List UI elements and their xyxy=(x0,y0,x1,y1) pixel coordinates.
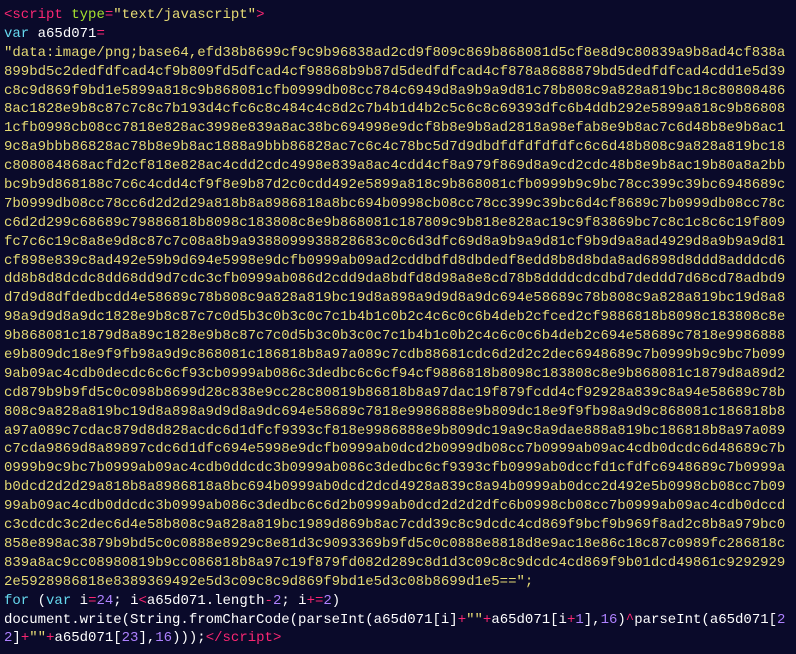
paren-close: ) xyxy=(332,593,340,609)
keyword-for: for xyxy=(4,593,29,609)
keyword-var: var xyxy=(46,593,71,609)
empty-string: "" xyxy=(29,630,46,646)
space xyxy=(71,593,79,609)
var-i: i xyxy=(130,593,138,609)
bracket-open: [ xyxy=(550,612,558,628)
bracket-open: [ xyxy=(113,630,121,646)
bracket-open: [ xyxy=(769,612,777,628)
var-name: a65d071 xyxy=(374,612,433,628)
var-name: a65d071 xyxy=(147,593,206,609)
var-i: i xyxy=(298,593,306,609)
var-i: i xyxy=(559,612,567,628)
space xyxy=(29,26,37,42)
space xyxy=(29,593,37,609)
var-name: a65d071 xyxy=(710,612,769,628)
dot: . xyxy=(206,593,214,609)
op-plus: + xyxy=(458,612,466,628)
attr-name: type xyxy=(71,7,105,23)
num-16: 16 xyxy=(601,612,618,628)
paren-open: ( xyxy=(38,593,46,609)
var-name: a65d071 xyxy=(491,612,550,628)
num-1: 1 xyxy=(575,612,583,628)
var-i: i xyxy=(80,593,88,609)
num-16: 16 xyxy=(155,630,172,646)
keyword-var: var xyxy=(4,26,29,42)
op-pluseq: += xyxy=(307,593,324,609)
paren-close: ) xyxy=(617,612,625,628)
op-plus: + xyxy=(21,630,29,646)
tag-open-name: script xyxy=(12,7,62,23)
assign: = xyxy=(96,26,104,42)
call-parseint: parseInt( xyxy=(634,612,710,628)
op-minus: - xyxy=(265,593,273,609)
num-2: 2 xyxy=(323,593,331,609)
num-23: 23 xyxy=(122,630,139,646)
num-24: 24 xyxy=(96,593,113,609)
tag-close-lt: </ xyxy=(206,630,223,646)
call-tail: ))); xyxy=(172,630,206,646)
space xyxy=(63,7,71,23)
var-name: a65d071 xyxy=(38,26,97,42)
call-prefix: document.write(String.fromCharCode(parse… xyxy=(4,612,374,628)
code-editor: <script type="text/javascript"> var a65d… xyxy=(0,0,796,654)
big-string: "data:image/png;base64,efd38b8699cf9c9b9… xyxy=(4,45,785,590)
op-lt: < xyxy=(139,593,147,609)
var-name: a65d071 xyxy=(54,630,113,646)
bracket-close: ], xyxy=(584,612,601,628)
bracket-close: ] xyxy=(449,612,457,628)
tag-open-gt: > xyxy=(256,7,264,23)
bracket-close: ], xyxy=(138,630,155,646)
bracket-close: ] xyxy=(12,630,20,646)
attr-value: "text/javascript" xyxy=(113,7,256,23)
tag-close-name: script xyxy=(223,630,273,646)
semi: ; xyxy=(113,593,130,609)
bracket-open: [ xyxy=(432,612,440,628)
op-xor: ^ xyxy=(626,612,634,628)
tag-close-gt: > xyxy=(273,630,281,646)
semi: ; xyxy=(281,593,298,609)
prop-length: length xyxy=(214,593,264,609)
attr-eq: = xyxy=(105,7,113,23)
empty-string: "" xyxy=(466,612,483,628)
